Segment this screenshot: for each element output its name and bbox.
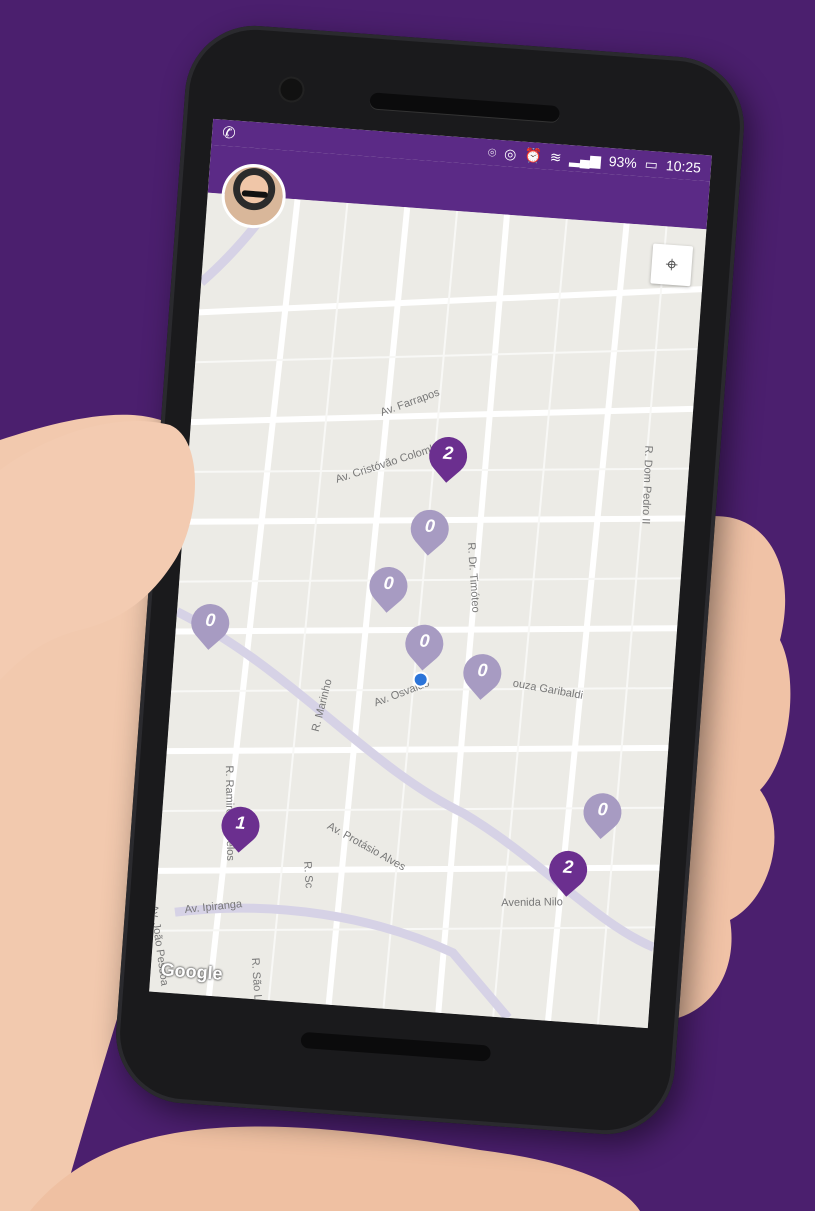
phone-device: ✆ ⌾ ◎ ⏰ ≋ ▂▄▆ 93% ▭ 10:25 Av. Farrapos A… [111, 20, 749, 1140]
alarm-icon: ⏰ [523, 146, 543, 164]
map-view[interactable]: Av. Farrapos Av. Cristóvão Colombo R. Dr… [149, 192, 707, 1029]
map-pin[interactable]: 1 [213, 798, 268, 854]
crosshair-icon: ⌖ [664, 251, 679, 278]
battery-icon: ▭ [644, 155, 659, 173]
earpiece-speaker [369, 92, 561, 123]
map-pin[interactable]: 0 [575, 785, 630, 841]
sync-icon: ◎ [503, 144, 518, 162]
street-label: Avenida Nilo [501, 896, 563, 909]
map-pin[interactable]: 0 [397, 616, 452, 672]
front-camera [279, 77, 304, 102]
map-pin[interactable]: 0 [183, 596, 238, 652]
map-pin[interactable]: 0 [361, 559, 416, 615]
my-location-button[interactable]: ⌖ [650, 243, 694, 287]
whatsapp-icon: ✆ [221, 124, 237, 143]
battery-percent: 93% [608, 152, 638, 172]
signal-icon: ▂▄▆ [568, 149, 602, 168]
street-label: R. Sc [301, 861, 315, 889]
map-pin[interactable]: 0 [402, 502, 457, 558]
location-icon: ⌾ [487, 143, 497, 161]
avatar-glasses [241, 190, 268, 199]
map-pin[interactable]: 0 [455, 646, 510, 702]
map-pin[interactable]: 2 [421, 429, 475, 485]
street-label: R. São Luís [249, 957, 265, 1016]
map-streets: Av. Farrapos Av. Cristóvão Colombo R. Dr… [149, 192, 707, 1029]
bottom-speaker [300, 1031, 492, 1062]
map-pin[interactable]: 2 [541, 843, 595, 899]
wifi-icon: ≋ [549, 148, 563, 165]
phone-screen: ✆ ⌾ ◎ ⏰ ≋ ▂▄▆ 93% ▭ 10:25 Av. Farrapos A… [149, 118, 712, 1029]
google-logo: Google [160, 959, 224, 984]
clock: 10:25 [665, 157, 702, 176]
